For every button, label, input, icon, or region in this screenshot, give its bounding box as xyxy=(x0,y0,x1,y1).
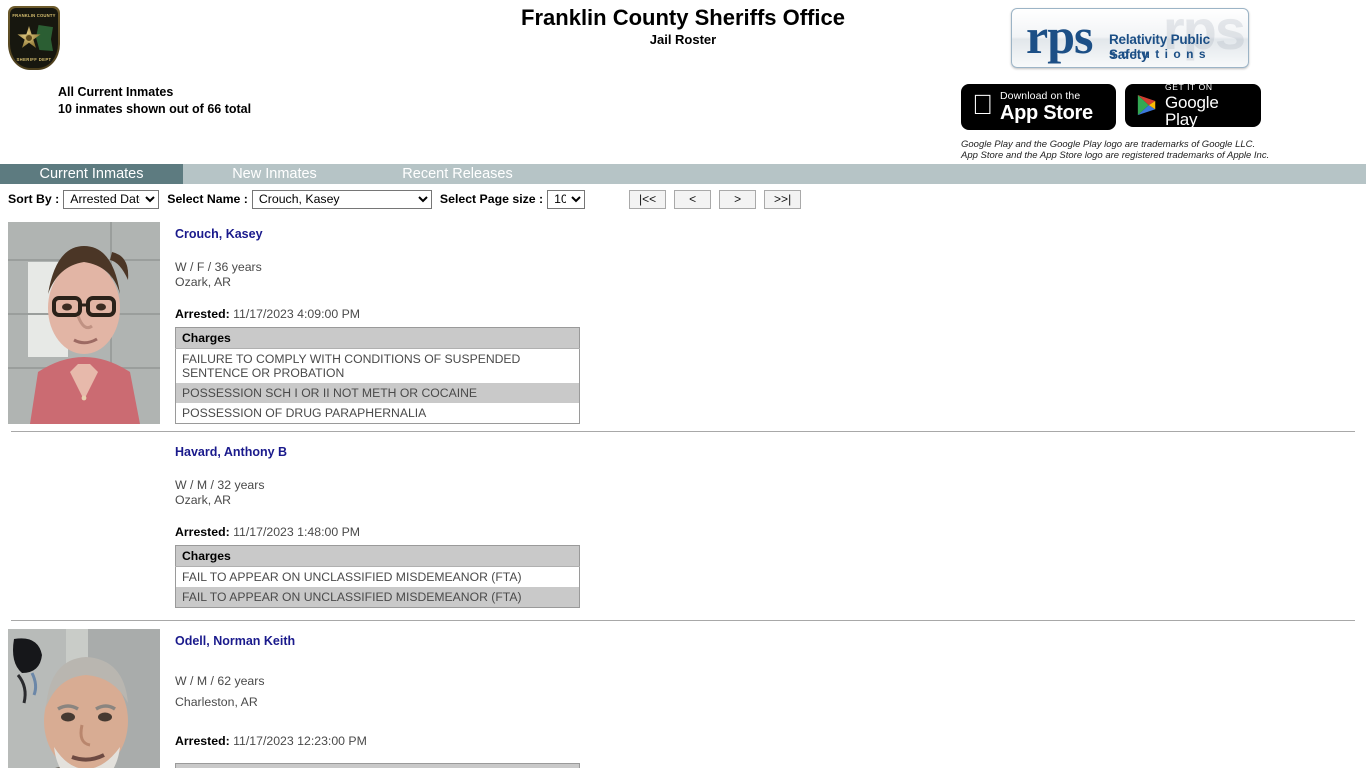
arrested-value: 11/17/2023 12:23:00 PM xyxy=(233,734,367,748)
trademark-line-1: Google Play and the Google Play logo are… xyxy=(961,139,1256,150)
inmate-details: Crouch, Kasey W / F / 36 years Ozark, AR… xyxy=(175,214,580,424)
inmate-name-link[interactable]: Havard, Anthony B xyxy=(175,445,287,459)
mugshot-cell xyxy=(0,621,175,768)
inmate-record: Havard, Anthony B W / M / 32 years Ozark… xyxy=(0,432,1366,621)
google-play-icon xyxy=(1137,94,1156,115)
charge-text: FAIL TO APPEAR ON UNCLASSIFIED MISDEMEAN… xyxy=(175,587,580,608)
tab-current-inmates[interactable]: Current Inmates xyxy=(0,164,183,184)
google-play-small-label: GET IT ON xyxy=(1165,82,1213,93)
roster-summary: All Current Inmates 10 inmates shown out… xyxy=(58,84,251,118)
tab-new-inmates[interactable]: New Inmates xyxy=(183,164,366,184)
charges-header: Charges xyxy=(175,327,580,349)
charge-row: FAILURE TO COMPLY WITH CONDITIONS OF SUS… xyxy=(175,348,580,383)
charge-row: POSSESSION OF DRUG PARAPHERNALIA xyxy=(175,403,580,424)
arrested-label: Arrested: xyxy=(175,525,230,539)
roster-count: 10 inmates shown out of 66 total xyxy=(58,102,252,116)
inmate-demographics: W / F / 36 years xyxy=(175,260,262,274)
mugshot-cell xyxy=(0,214,175,424)
app-store-big-label: App Store xyxy=(979,102,1093,125)
badge-bottom-text: SHERIFF DEPT xyxy=(16,57,52,62)
roster-scope: All Current Inmates xyxy=(58,85,174,99)
arrested-value: 11/17/2023 1:48:00 PM xyxy=(233,525,361,539)
google-play-big-label: Google Play xyxy=(1165,92,1219,129)
inmate-record: Odell, Norman Keith W / M / 62 years Cha… xyxy=(0,621,1366,768)
previous-page-button[interactable]: < xyxy=(674,189,712,209)
select-name-select[interactable]: Crouch, Kasey xyxy=(251,189,432,209)
filter-toolbar: Sort By : Arrested Date Select Name : Cr… xyxy=(0,188,1366,210)
app-store-button[interactable]:  Download on the App Store xyxy=(961,84,1116,130)
arrested-line: Arrested: 11/17/2023 1:48:00 PM xyxy=(175,525,580,539)
arrested-line: Arrested: 11/17/2023 12:23:00 PM xyxy=(175,734,580,748)
jail-roster-page: FRANKLIN COUNTY SHERIFF DEPT Franklin Co… xyxy=(0,0,1366,768)
inmate-list: Crouch, Kasey W / F / 36 years Ozark, AR… xyxy=(0,214,1366,768)
page-header: FRANKLIN COUNTY SHERIFF DEPT Franklin Co… xyxy=(0,0,1366,161)
charges-table: Charges FAIL TO APPEAR ON UNCLASSIFIED M… xyxy=(175,545,580,608)
inmate-name-link[interactable]: Crouch, Kasey xyxy=(175,227,263,241)
inmate-demographics: W / M / 62 years xyxy=(175,674,265,688)
trademark-notice: Google Play and the Google Play logo are… xyxy=(961,139,1269,161)
inmate-details: Havard, Anthony B W / M / 32 years Ozark… xyxy=(175,432,580,608)
apple-icon:  xyxy=(972,91,993,119)
inmate-demographics: W / M / 32 years xyxy=(175,478,265,492)
tab-recent-releases[interactable]: Recent Releases xyxy=(366,164,549,184)
google-play-button[interactable]: GET IT ON Google Play xyxy=(1125,82,1261,129)
page-size-label: Select Page size : xyxy=(439,192,544,206)
arrested-value: 11/17/2023 4:09:00 PM xyxy=(233,307,361,321)
charges-header: Charges xyxy=(175,763,580,768)
trademark-line-2: App Store and the App Store logo are reg… xyxy=(961,150,1270,161)
inmate-details: Odell, Norman Keith W / M / 62 years Cha… xyxy=(175,621,580,768)
charges-table: Charges xyxy=(175,763,580,768)
next-page-button[interactable]: > xyxy=(719,189,757,209)
charge-text: FAIL TO APPEAR ON UNCLASSIFIED MISDEMEAN… xyxy=(175,566,580,587)
charges-header: Charges xyxy=(175,545,580,567)
pagination-controls: |<< < > >>| xyxy=(629,189,802,209)
sort-by-select[interactable]: Arrested Date xyxy=(63,189,160,209)
inmate-record: Crouch, Kasey W / F / 36 years Ozark, AR… xyxy=(0,214,1366,432)
arrested-line: Arrested: 11/17/2023 4:09:00 PM xyxy=(175,307,580,321)
sort-by-label: Sort By : xyxy=(8,192,60,206)
charges-table: Charges FAILURE TO COMPLY WITH CONDITION… xyxy=(175,327,580,424)
rps-tagline-secondary: solutions xyxy=(1109,47,1211,61)
inmate-city: Charleston, AR xyxy=(175,695,258,709)
tab-bar: Current Inmates New Inmates Recent Relea… xyxy=(0,164,1366,184)
charge-row: FAIL TO APPEAR ON UNCLASSIFIED MISDEMEAN… xyxy=(175,566,580,587)
charge-text: FAILURE TO COMPLY WITH CONDITIONS OF SUS… xyxy=(175,348,580,383)
app-store-small-label: Download on the xyxy=(979,89,1080,102)
inmate-city: Ozark, AR xyxy=(175,275,232,289)
inmate-name-link[interactable]: Odell, Norman Keith xyxy=(175,634,295,648)
mugshot-cell xyxy=(0,432,175,608)
charge-text: POSSESSION SCH I OR II NOT METH OR COCAI… xyxy=(175,383,580,403)
rps-logo: rps rps Relativity Public Safety solutio… xyxy=(1011,8,1249,68)
charge-text: POSSESSION OF DRUG PARAPHERNALIA xyxy=(175,403,580,424)
mugshot-image xyxy=(8,629,160,768)
inmate-city: Ozark, AR xyxy=(175,493,232,507)
charge-row: FAIL TO APPEAR ON UNCLASSIFIED MISDEMEAN… xyxy=(175,587,580,608)
page-size-select[interactable]: 10 xyxy=(547,189,586,209)
rps-logo-wordmark: rps xyxy=(1026,8,1093,64)
mugshot-image xyxy=(8,222,160,424)
select-name-label: Select Name : xyxy=(167,192,248,206)
first-page-button[interactable]: |<< xyxy=(629,189,667,209)
charge-row: POSSESSION SCH I OR II NOT METH OR COCAI… xyxy=(175,383,580,403)
last-page-button[interactable]: >>| xyxy=(764,189,802,209)
arrested-label: Arrested: xyxy=(175,307,230,321)
arrested-label: Arrested: xyxy=(175,734,230,748)
